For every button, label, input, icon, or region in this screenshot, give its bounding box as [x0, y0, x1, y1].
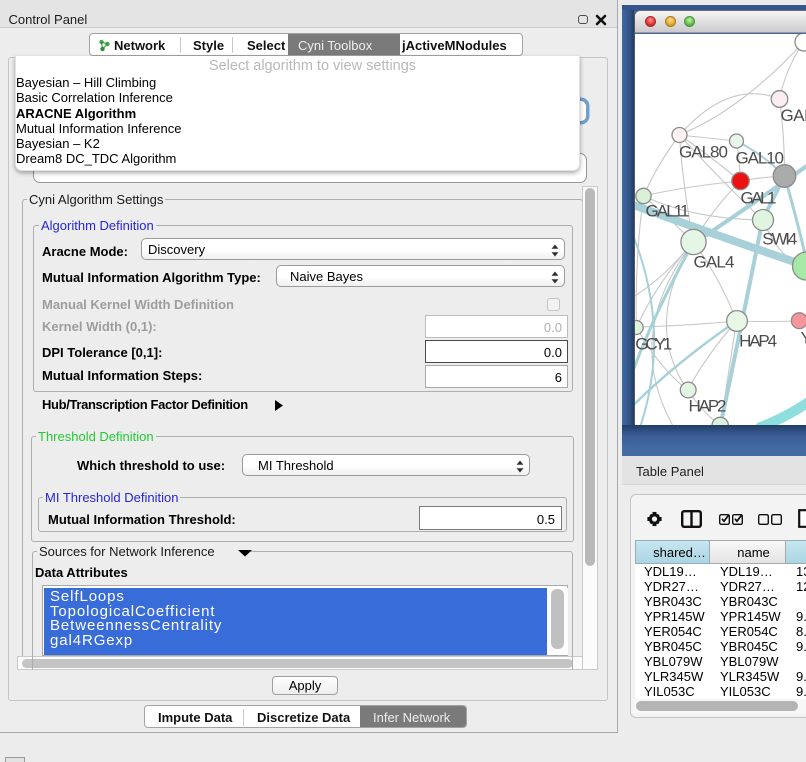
svg-text:GAL10: GAL10	[735, 148, 784, 167]
svg-text:GAL11: GAL11	[645, 201, 689, 220]
svg-text:GAL4: GAL4	[693, 252, 734, 271]
svg-text:HAP4: HAP4	[739, 331, 777, 350]
svg-text:GCY1: GCY1	[635, 334, 672, 353]
svg-text:HAP2: HAP2	[688, 396, 726, 415]
svg-text:GAL2: GAL2	[780, 106, 806, 125]
svg-text:GAL1: GAL1	[740, 188, 776, 207]
svg-text:SWI4: SWI4	[762, 229, 797, 248]
svg-text:GAL80: GAL80	[679, 142, 728, 161]
svg-text:Y: Y	[800, 328, 806, 347]
